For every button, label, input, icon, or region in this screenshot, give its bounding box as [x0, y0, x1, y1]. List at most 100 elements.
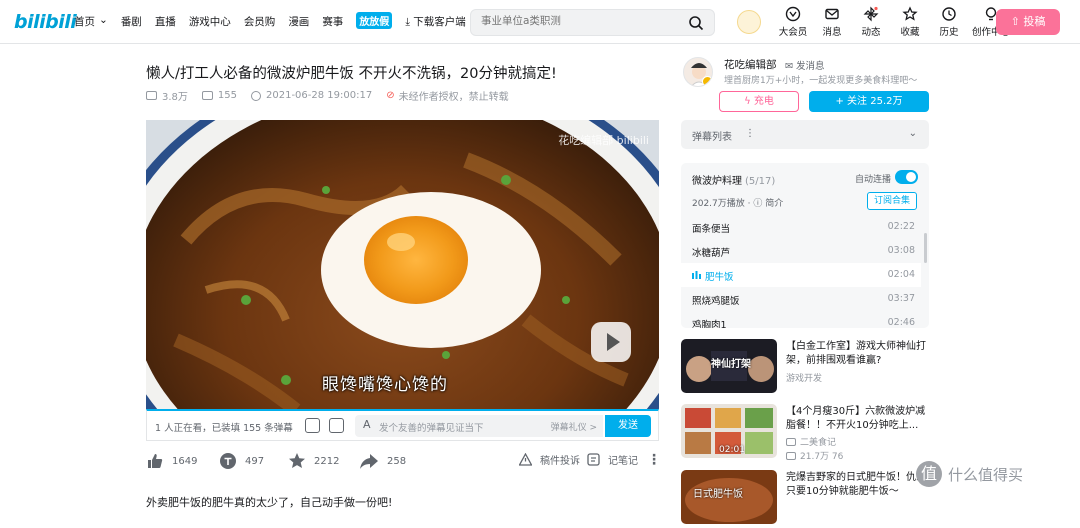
- video-actions: 1649 497 2212 258 稿件投诉 记笔记 ⋮: [146, 452, 661, 476]
- mascot-avatar[interactable]: [737, 10, 761, 34]
- recommended-video[interactable]: 02:01 【4个月瘦30斤】六款微波炉减脂餐！！不开火10分钟吃上... 二美…: [681, 404, 933, 462]
- clock-icon: [251, 90, 261, 101]
- collection-intro-link[interactable]: 简介: [765, 199, 783, 209]
- mail-icon: [825, 8, 839, 20]
- recommended-title[interactable]: 【4个月瘦30斤】六款微波炉减脂餐！！不开火10分钟吃上...: [786, 405, 933, 433]
- main-nav: 首页 ⌄ 番剧 直播 游戏中心 会员购 漫画 赛事 放放假 ⤓ 下载客户端新: [74, 12, 520, 29]
- dynamics-button[interactable]: 动态: [853, 6, 889, 38]
- video-title: 懒人/打工人必备的微波炉肥牛饭 不开火不洗锅，20分钟就搞定!: [146, 66, 557, 82]
- nav-anime[interactable]: 番剧: [121, 14, 142, 29]
- episode-title: 面条便当: [692, 224, 731, 235]
- share-button[interactable]: 258: [359, 452, 406, 470]
- uploader-name: 二美食记: [800, 438, 837, 448]
- recommended-video[interactable]: 日式肥牛饭 完爆吉野家的日式肥牛饭！仇家只要10分钟就能肥牛饭～: [681, 470, 933, 528]
- author-description: 埋首厨房1万+小时，一起发现更多美食料理吧～: [724, 76, 918, 86]
- danmaku-list-label: 弹幕列表: [692, 132, 732, 143]
- danmaku-list-toggle[interactable]: 弹幕列表 ⋮ ⌄: [681, 120, 929, 149]
- nav-esports[interactable]: 赛事: [322, 14, 343, 29]
- nav-manga[interactable]: 漫画: [288, 14, 309, 29]
- history-label: 历史: [939, 27, 959, 38]
- recommended-title[interactable]: 【白金工作室】游戏大师神仙打架，前排围观看谁赢?: [786, 340, 933, 368]
- autoplay-toggle[interactable]: [895, 170, 918, 184]
- chevron-down-icon: ⌄: [908, 128, 917, 139]
- collection-title[interactable]: 微波炉料理 (5/17): [692, 172, 775, 187]
- collection-count: (5/17): [745, 176, 776, 187]
- chevron-down-icon[interactable]: ⌄: [99, 14, 108, 29]
- smzdm-logo-icon: 值: [916, 461, 942, 487]
- danmaku-count: 155: [201, 90, 237, 101]
- subscribe-collection-button[interactable]: 订阅合集: [867, 192, 917, 210]
- video-thumbnail[interactable]: 日式肥牛饭: [681, 470, 777, 524]
- thumbnail-caption: 日式肥牛饭: [693, 489, 743, 500]
- danmaku-input[interactable]: A 发个友善的弹幕见证当下 弹幕礼仪 >: [355, 415, 603, 437]
- playlist-item[interactable]: 鸡胸肉1 02:46: [681, 311, 921, 328]
- danmaku-settings-icon[interactable]: [329, 418, 344, 433]
- author-avatar[interactable]: [683, 57, 713, 87]
- recommended-title[interactable]: 完爆吉野家的日式肥牛饭！仇家只要10分钟就能肥牛饭～: [786, 471, 933, 499]
- episode-duration: 02:22: [887, 221, 915, 232]
- search-icon[interactable]: [688, 15, 704, 31]
- danmaku-placeholder: 发个友善的弹幕见证当下: [379, 423, 484, 434]
- episode-title: 冰糖葫芦: [692, 248, 731, 259]
- upload-button[interactable]: ⇧ 投稿: [996, 9, 1060, 35]
- uploader-icon: [786, 437, 796, 446]
- thumbs-up-icon: [148, 454, 163, 468]
- verified-badge-icon: [702, 76, 712, 86]
- recommended-video[interactable]: 神仙打架 【白金工作室】游戏大师神仙打架，前排围观看谁赢? 游戏开发: [681, 339, 933, 397]
- report-button[interactable]: 稿件投诉: [519, 452, 580, 467]
- nav-mall[interactable]: 会员购: [244, 14, 276, 29]
- collection-panel: 微波炉料理 (5/17) 自动连播 202.7万播放 · ⓘ 简介 订阅合集 面条…: [681, 163, 929, 328]
- recommended-uploader[interactable]: 二美食记: [786, 435, 836, 448]
- recommended-stats: 21.7万 76: [786, 449, 843, 462]
- like-button[interactable]: 1649: [146, 452, 197, 470]
- playlist-item[interactable]: 冰糖葫芦 03:08: [681, 239, 921, 263]
- upload-label: 投稿: [1023, 15, 1046, 28]
- vip-button[interactable]: 大会员: [775, 6, 811, 38]
- video-thumbnail[interactable]: 神仙打架: [681, 339, 777, 393]
- messages-button[interactable]: 消息: [814, 6, 850, 38]
- send-message-link[interactable]: ✉ 发消息: [785, 58, 825, 72]
- playlist-item[interactable]: 照烧鸡腿饭 03:37: [681, 287, 921, 311]
- promo-banner[interactable]: 放放假: [356, 12, 393, 29]
- video-thumbnail[interactable]: 02:01: [681, 404, 777, 458]
- play-count-icon: [146, 91, 157, 100]
- danmaku-etiquette-link[interactable]: 弹幕礼仪 >: [551, 420, 597, 433]
- coins-value: 497: [245, 455, 265, 467]
- text-style-icon[interactable]: A: [363, 418, 371, 431]
- danmaku-value: 155: [217, 90, 237, 101]
- video-watermark: 花吃编辑部 bilibili: [558, 134, 649, 147]
- episode-title: 鸡胸肉1: [692, 320, 727, 328]
- likes-value: 1649: [172, 455, 198, 467]
- favorite-button[interactable]: 2212: [288, 452, 339, 470]
- search-box[interactable]: [470, 9, 715, 36]
- favorites-button[interactable]: 收藏: [892, 6, 928, 38]
- charge-button[interactable]: ϟ 充电: [719, 91, 799, 112]
- nav-home[interactable]: 首页: [74, 14, 95, 29]
- nav-game-center[interactable]: 游戏中心: [189, 14, 231, 29]
- play-icon[interactable]: [591, 322, 631, 362]
- nav-live[interactable]: 直播: [155, 14, 176, 29]
- notes-button[interactable]: 记笔记: [587, 452, 638, 467]
- windmill-icon: [863, 6, 879, 22]
- danmaku-bar: 1 人正在看，已装填 155 条弹幕 A 发个友善的弹幕见证当下 弹幕礼仪 > …: [146, 409, 659, 441]
- search-input[interactable]: [481, 15, 681, 27]
- danmaku-toggle-icon[interactable]: [305, 418, 320, 433]
- video-player[interactable]: 花吃编辑部 bilibili 眼馋嘴馋心馋的: [146, 120, 659, 409]
- recommended-uploader[interactable]: 游戏开发: [786, 371, 822, 384]
- video-frame-image: [146, 120, 659, 409]
- author-name[interactable]: 花吃编辑部: [724, 57, 777, 72]
- playlist-item[interactable]: 面条便当 02:22: [681, 215, 921, 239]
- coin-button[interactable]: 497: [219, 452, 264, 470]
- collection-plays: 202.7万播放: [692, 199, 745, 209]
- more-options-icon[interactable]: ⋮: [745, 128, 755, 139]
- playlist-item-active[interactable]: 肥牛饭 02:04: [681, 263, 921, 287]
- watching-status: 1 人正在看，已装填 155 条弹幕: [155, 423, 293, 434]
- more-menu-icon[interactable]: ⋮: [647, 452, 661, 468]
- history-button[interactable]: 历史: [931, 6, 967, 38]
- episode-title: 照烧鸡腿饭: [692, 296, 740, 307]
- playlist-scrollbar[interactable]: [924, 233, 927, 263]
- follow-button[interactable]: + 关注 25.2万: [809, 91, 929, 112]
- send-danmaku-button[interactable]: 发送: [605, 415, 651, 437]
- smzdm-watermark: 值什么值得买: [916, 461, 1023, 487]
- bilibili-logo[interactable]: bilibili: [14, 11, 77, 33]
